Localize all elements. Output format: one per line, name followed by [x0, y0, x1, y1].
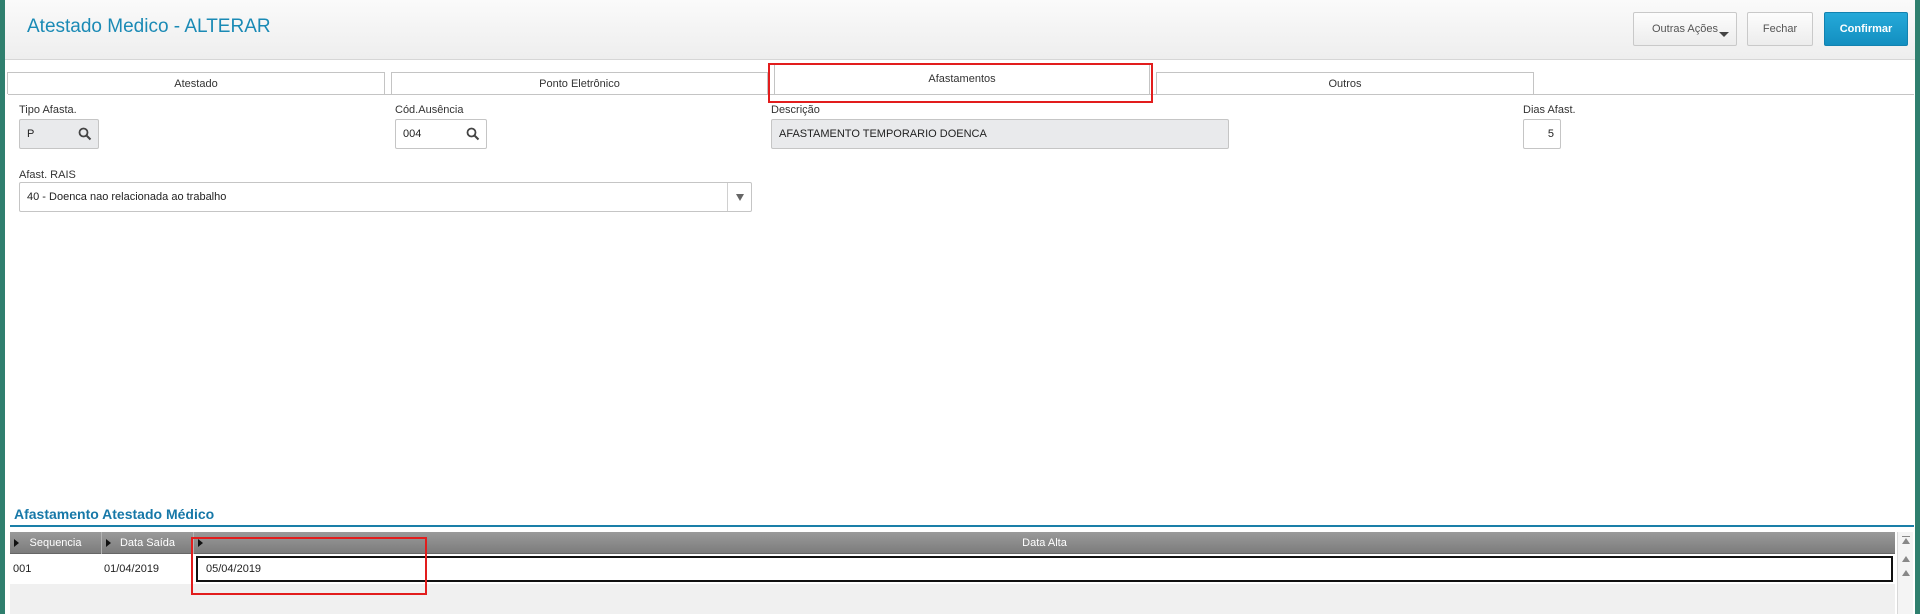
close-button[interactable]: Fechar: [1747, 12, 1813, 46]
tab-outros[interactable]: Outros: [1156, 72, 1534, 94]
tab-atestado[interactable]: Atestado: [7, 72, 385, 94]
column-label: Data Alta: [1022, 537, 1067, 549]
dias-afast-value: 5: [1547, 128, 1554, 140]
tab-afastamentos[interactable]: Afastamentos: [774, 64, 1150, 94]
afast-rais-value: 40 - Doenca nao relacionada ao trabalho: [27, 191, 227, 203]
column-header-data-alta[interactable]: Data Alta: [194, 532, 1895, 554]
grid-header: Sequencia Data Saída Data Alta: [10, 532, 1895, 554]
chevron-down-icon[interactable]: [727, 183, 751, 211]
tab-label: Ponto Eletrônico: [539, 77, 620, 90]
tab-label: Atestado: [174, 77, 218, 90]
window-frame-right: [1915, 0, 1920, 614]
afast-rais-label: Afast. RAIS: [19, 169, 76, 181]
search-icon[interactable]: [466, 127, 480, 141]
column-marker-icon: [14, 539, 19, 547]
table-row[interactable]: 001 01/04/2019 05/04/2019: [10, 556, 1895, 582]
section-divider: [10, 525, 1914, 527]
column-header-data-saida[interactable]: Data Saída: [102, 532, 194, 554]
scroll-top-icon[interactable]: [1901, 536, 1911, 546]
grid-empty-area: [10, 584, 1895, 614]
dias-afast-label: Dias Afast.: [1523, 104, 1576, 116]
scroll-up-icon[interactable]: [1901, 554, 1911, 564]
tab-label: Afastamentos: [928, 72, 996, 85]
tab-label: Outros: [1328, 77, 1362, 90]
cell-data-alta[interactable]: 05/04/2019: [196, 556, 1893, 582]
header-bar: Atestado Medico - ALTERAR Outras Ações F…: [5, 0, 1915, 60]
descricao-field: AFASTAMENTO TEMPORARIO DOENCA: [771, 119, 1229, 149]
confirm-label: Confirmar: [1839, 23, 1893, 35]
descricao-label: Descrição: [771, 104, 820, 116]
tab-bar: Atestado Ponto Eletrônico Afastamentos O…: [7, 64, 1567, 94]
search-icon[interactable]: [78, 127, 92, 141]
cod-ausencia-field[interactable]: 004: [395, 119, 487, 149]
cell-data-saida[interactable]: 01/04/2019: [104, 556, 194, 582]
column-marker-icon: [198, 539, 203, 547]
tab-ponto-eletronico[interactable]: Ponto Eletrônico: [391, 72, 768, 94]
close-label: Fechar: [1762, 23, 1798, 35]
cod-ausencia-label: Cód.Ausência: [395, 104, 464, 116]
grid-scrollbar[interactable]: [1897, 532, 1913, 614]
column-header-sequencia[interactable]: Sequencia: [10, 532, 102, 554]
confirm-button[interactable]: Confirmar: [1824, 12, 1908, 46]
tipo-afasta-label: Tipo Afasta.: [19, 104, 77, 116]
tipo-afasta-field[interactable]: P: [19, 119, 99, 149]
cod-ausencia-value: 004: [403, 128, 422, 140]
dias-afast-field[interactable]: 5: [1523, 119, 1561, 149]
column-label: Data Saída: [119, 537, 176, 549]
more-actions-label: Outras Ações: [1651, 23, 1719, 35]
afastamento-grid: Sequencia Data Saída Data Alta 001 01/04…: [10, 532, 1895, 614]
descricao-value: AFASTAMENTO TEMPORARIO DOENCA: [779, 128, 987, 140]
tipo-afasta-value: P: [27, 128, 35, 140]
section-title: Afastamento Atestado Médico: [14, 506, 215, 522]
form-panel: Tipo Afasta. P Cód.Ausência 004 Descriçã…: [8, 94, 1914, 520]
column-label: Sequencia: [29, 537, 82, 549]
window-frame-left: [0, 0, 5, 614]
more-actions-button[interactable]: Outras Ações: [1633, 12, 1737, 46]
caret-down-icon: [1719, 32, 1729, 37]
cell-sequencia[interactable]: 001: [13, 556, 103, 582]
column-marker-icon: [106, 539, 111, 547]
page-title: Atestado Medico - ALTERAR: [27, 16, 271, 37]
afast-rais-select[interactable]: 40 - Doenca nao relacionada ao trabalho: [19, 182, 752, 212]
scroll-page-up-icon[interactable]: [1901, 568, 1911, 578]
